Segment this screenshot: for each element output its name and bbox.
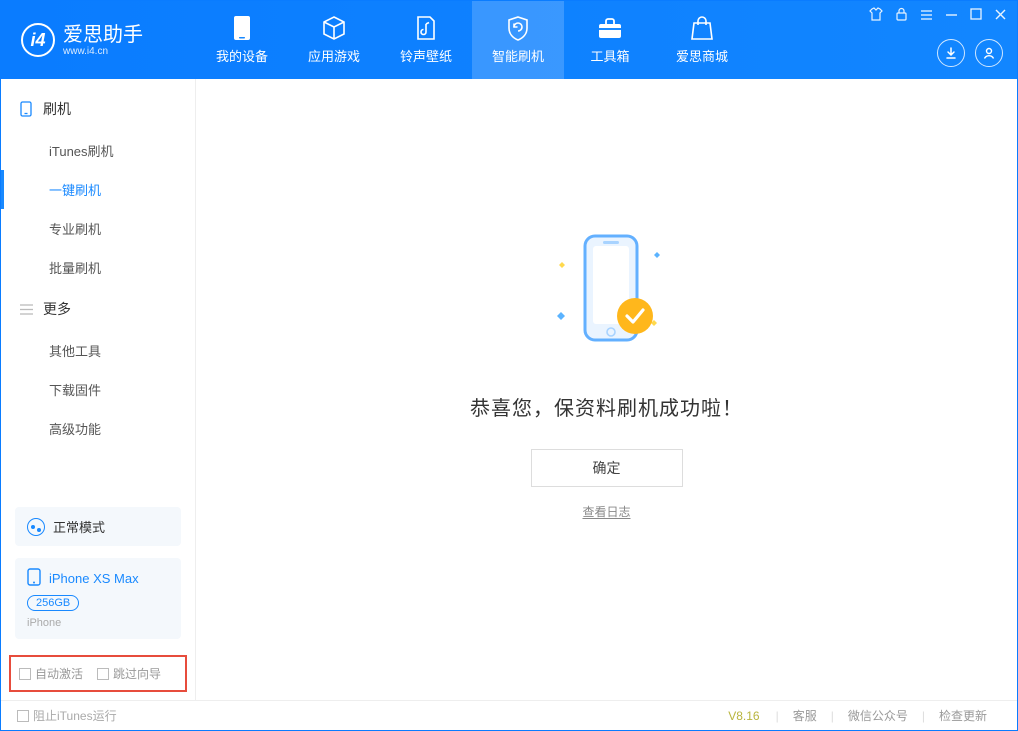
phone-blue-icon bbox=[27, 568, 41, 589]
section-title: 刷机 bbox=[43, 99, 71, 119]
checkbox-auto-activate[interactable]: 自动激活 bbox=[19, 665, 83, 682]
success-message: 恭喜您，保资料刷机成功啦！ bbox=[470, 392, 743, 421]
download-button[interactable] bbox=[937, 39, 965, 67]
device-icon bbox=[233, 15, 251, 41]
device-type: iPhone bbox=[27, 617, 61, 629]
close-icon[interactable] bbox=[994, 8, 1007, 24]
section-more: 更多 bbox=[1, 287, 195, 331]
sidebar-item-oneclick-flash[interactable]: 一键刷机 bbox=[1, 170, 195, 209]
sidebar-item-advanced[interactable]: 高级功能 bbox=[1, 409, 195, 448]
footer-link-support[interactable]: 客服 bbox=[779, 707, 831, 724]
tab-label: 铃声壁纸 bbox=[400, 46, 452, 65]
device-name: iPhone XS Max bbox=[49, 571, 139, 586]
menu-small-icon bbox=[19, 302, 33, 316]
device-card[interactable]: iPhone XS Max 256GB iPhone bbox=[15, 558, 181, 639]
checkbox-block-itunes[interactable]: 阻止iTunes运行 bbox=[17, 707, 117, 724]
mode-card[interactable]: 正常模式 bbox=[15, 507, 181, 546]
phone-small-icon bbox=[19, 102, 33, 116]
lock-icon[interactable] bbox=[895, 7, 908, 24]
store-bag-icon bbox=[691, 15, 713, 41]
logo-title: 爱思助手 bbox=[63, 24, 143, 46]
section-flash: 刷机 bbox=[1, 87, 195, 131]
footer-link-update[interactable]: 检查更新 bbox=[925, 707, 1001, 724]
maximize-icon[interactable] bbox=[970, 8, 982, 23]
toolbox-icon bbox=[597, 15, 623, 41]
device-capacity: 256GB bbox=[27, 595, 79, 611]
tab-apps-games[interactable]: 应用游戏 bbox=[288, 1, 380, 79]
sidebar-item-itunes-flash[interactable]: iTunes刷机 bbox=[1, 131, 195, 170]
tab-label: 我的设备 bbox=[216, 46, 268, 65]
normal-mode-icon bbox=[27, 518, 45, 536]
checkbox-skip-guide[interactable]: 跳过向导 bbox=[97, 665, 161, 682]
section-title: 更多 bbox=[43, 299, 71, 319]
tab-toolbox[interactable]: 工具箱 bbox=[564, 1, 656, 79]
success-illustration bbox=[507, 220, 707, 370]
view-log-link[interactable]: 查看日志 bbox=[582, 505, 630, 519]
cube-icon bbox=[321, 15, 347, 41]
footer-link-wechat[interactable]: 微信公众号 bbox=[834, 707, 922, 724]
ok-button[interactable]: 确定 bbox=[531, 449, 683, 487]
tab-label: 工具箱 bbox=[590, 46, 629, 65]
mode-label: 正常模式 bbox=[53, 517, 105, 536]
version-label: V8.16 bbox=[728, 709, 759, 723]
window-controls bbox=[869, 7, 1007, 24]
sidebar-item-batch-flash[interactable]: 批量刷机 bbox=[1, 248, 195, 287]
nav-tabs: 我的设备 应用游戏 铃声壁纸 智能刷机 bbox=[196, 1, 748, 79]
tab-store[interactable]: 爱思商城 bbox=[656, 1, 748, 79]
highlighted-options: 自动激活 跳过向导 bbox=[9, 655, 187, 692]
menu-icon[interactable] bbox=[920, 8, 933, 24]
app-logo: i4 爱思助手 www.i4.cn bbox=[1, 23, 196, 57]
shield-refresh-icon bbox=[506, 15, 530, 41]
tab-label: 智能刷机 bbox=[492, 46, 544, 65]
tab-label: 爱思商城 bbox=[676, 46, 728, 65]
logo-icon: i4 bbox=[21, 23, 55, 57]
tab-ringtone-wallpaper[interactable]: 铃声壁纸 bbox=[380, 1, 472, 79]
tab-smart-flash[interactable]: 智能刷机 bbox=[472, 1, 564, 79]
tshirt-icon[interactable] bbox=[869, 7, 883, 24]
sidebar-item-download-firmware[interactable]: 下载固件 bbox=[1, 370, 195, 409]
tab-my-device[interactable]: 我的设备 bbox=[196, 1, 288, 79]
music-file-icon bbox=[415, 15, 437, 41]
tab-label: 应用游戏 bbox=[308, 46, 360, 65]
sidebar-item-pro-flash[interactable]: 专业刷机 bbox=[1, 209, 195, 248]
minimize-icon[interactable] bbox=[945, 8, 958, 24]
logo-subtitle: www.i4.cn bbox=[63, 46, 143, 57]
sidebar-item-other-tools[interactable]: 其他工具 bbox=[1, 331, 195, 370]
account-button[interactable] bbox=[975, 39, 1003, 67]
